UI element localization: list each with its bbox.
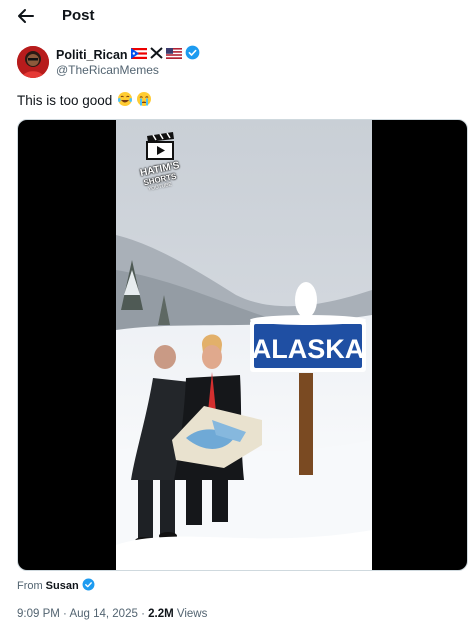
- us-flag-icon: [165, 46, 182, 64]
- top-bar: Post: [0, 0, 468, 34]
- page-title: Post: [62, 7, 95, 24]
- laughing-tears-emoji: [117, 91, 133, 110]
- x-logo-icon: [149, 46, 163, 64]
- avatar-image: [17, 46, 49, 78]
- sign-text: ALASKA: [252, 334, 365, 364]
- clapperboard-icon: [146, 132, 174, 160]
- views-label: Views: [176, 608, 208, 620]
- post-date[interactable]: Aug 14, 2025: [69, 608, 137, 620]
- post-body: This is too good: [17, 93, 113, 108]
- source-name-link[interactable]: Susan: [46, 580, 79, 592]
- video-frame: ALASKA HATIM'S SHORTS YOUTUBE: [116, 120, 372, 570]
- source-prefix: From: [17, 580, 43, 592]
- display-name[interactable]: Politi_Rican: [56, 48, 128, 62]
- avatar[interactable]: [17, 46, 49, 78]
- puerto-rico-flag-icon: [130, 46, 147, 64]
- meta-separator: ·: [141, 608, 145, 620]
- post-meta: 9:09 PM · Aug 14, 2025 · 2.2M Views: [17, 608, 207, 620]
- arrow-left-icon: [18, 9, 34, 23]
- user-handle[interactable]: @TheRicanMemes: [56, 63, 159, 77]
- meta-separator: ·: [63, 608, 67, 620]
- verified-badge-icon: [185, 45, 200, 65]
- views-count: 2.2M: [148, 608, 174, 620]
- watermark-logo: HATIM'S SHORTS YOUTUBE: [130, 132, 190, 192]
- source-attribution: From Susan: [17, 578, 95, 594]
- post-media-video[interactable]: ALASKA HATIM'S SHORTS YOUTUBE: [17, 119, 468, 571]
- verified-badge-icon: [82, 578, 95, 594]
- post-text: This is too good: [17, 91, 152, 110]
- back-button[interactable]: [14, 4, 38, 28]
- author-row: Politi_Rican: [56, 45, 200, 65]
- crying-emoji: [136, 91, 152, 110]
- post-time[interactable]: 9:09 PM: [17, 608, 60, 620]
